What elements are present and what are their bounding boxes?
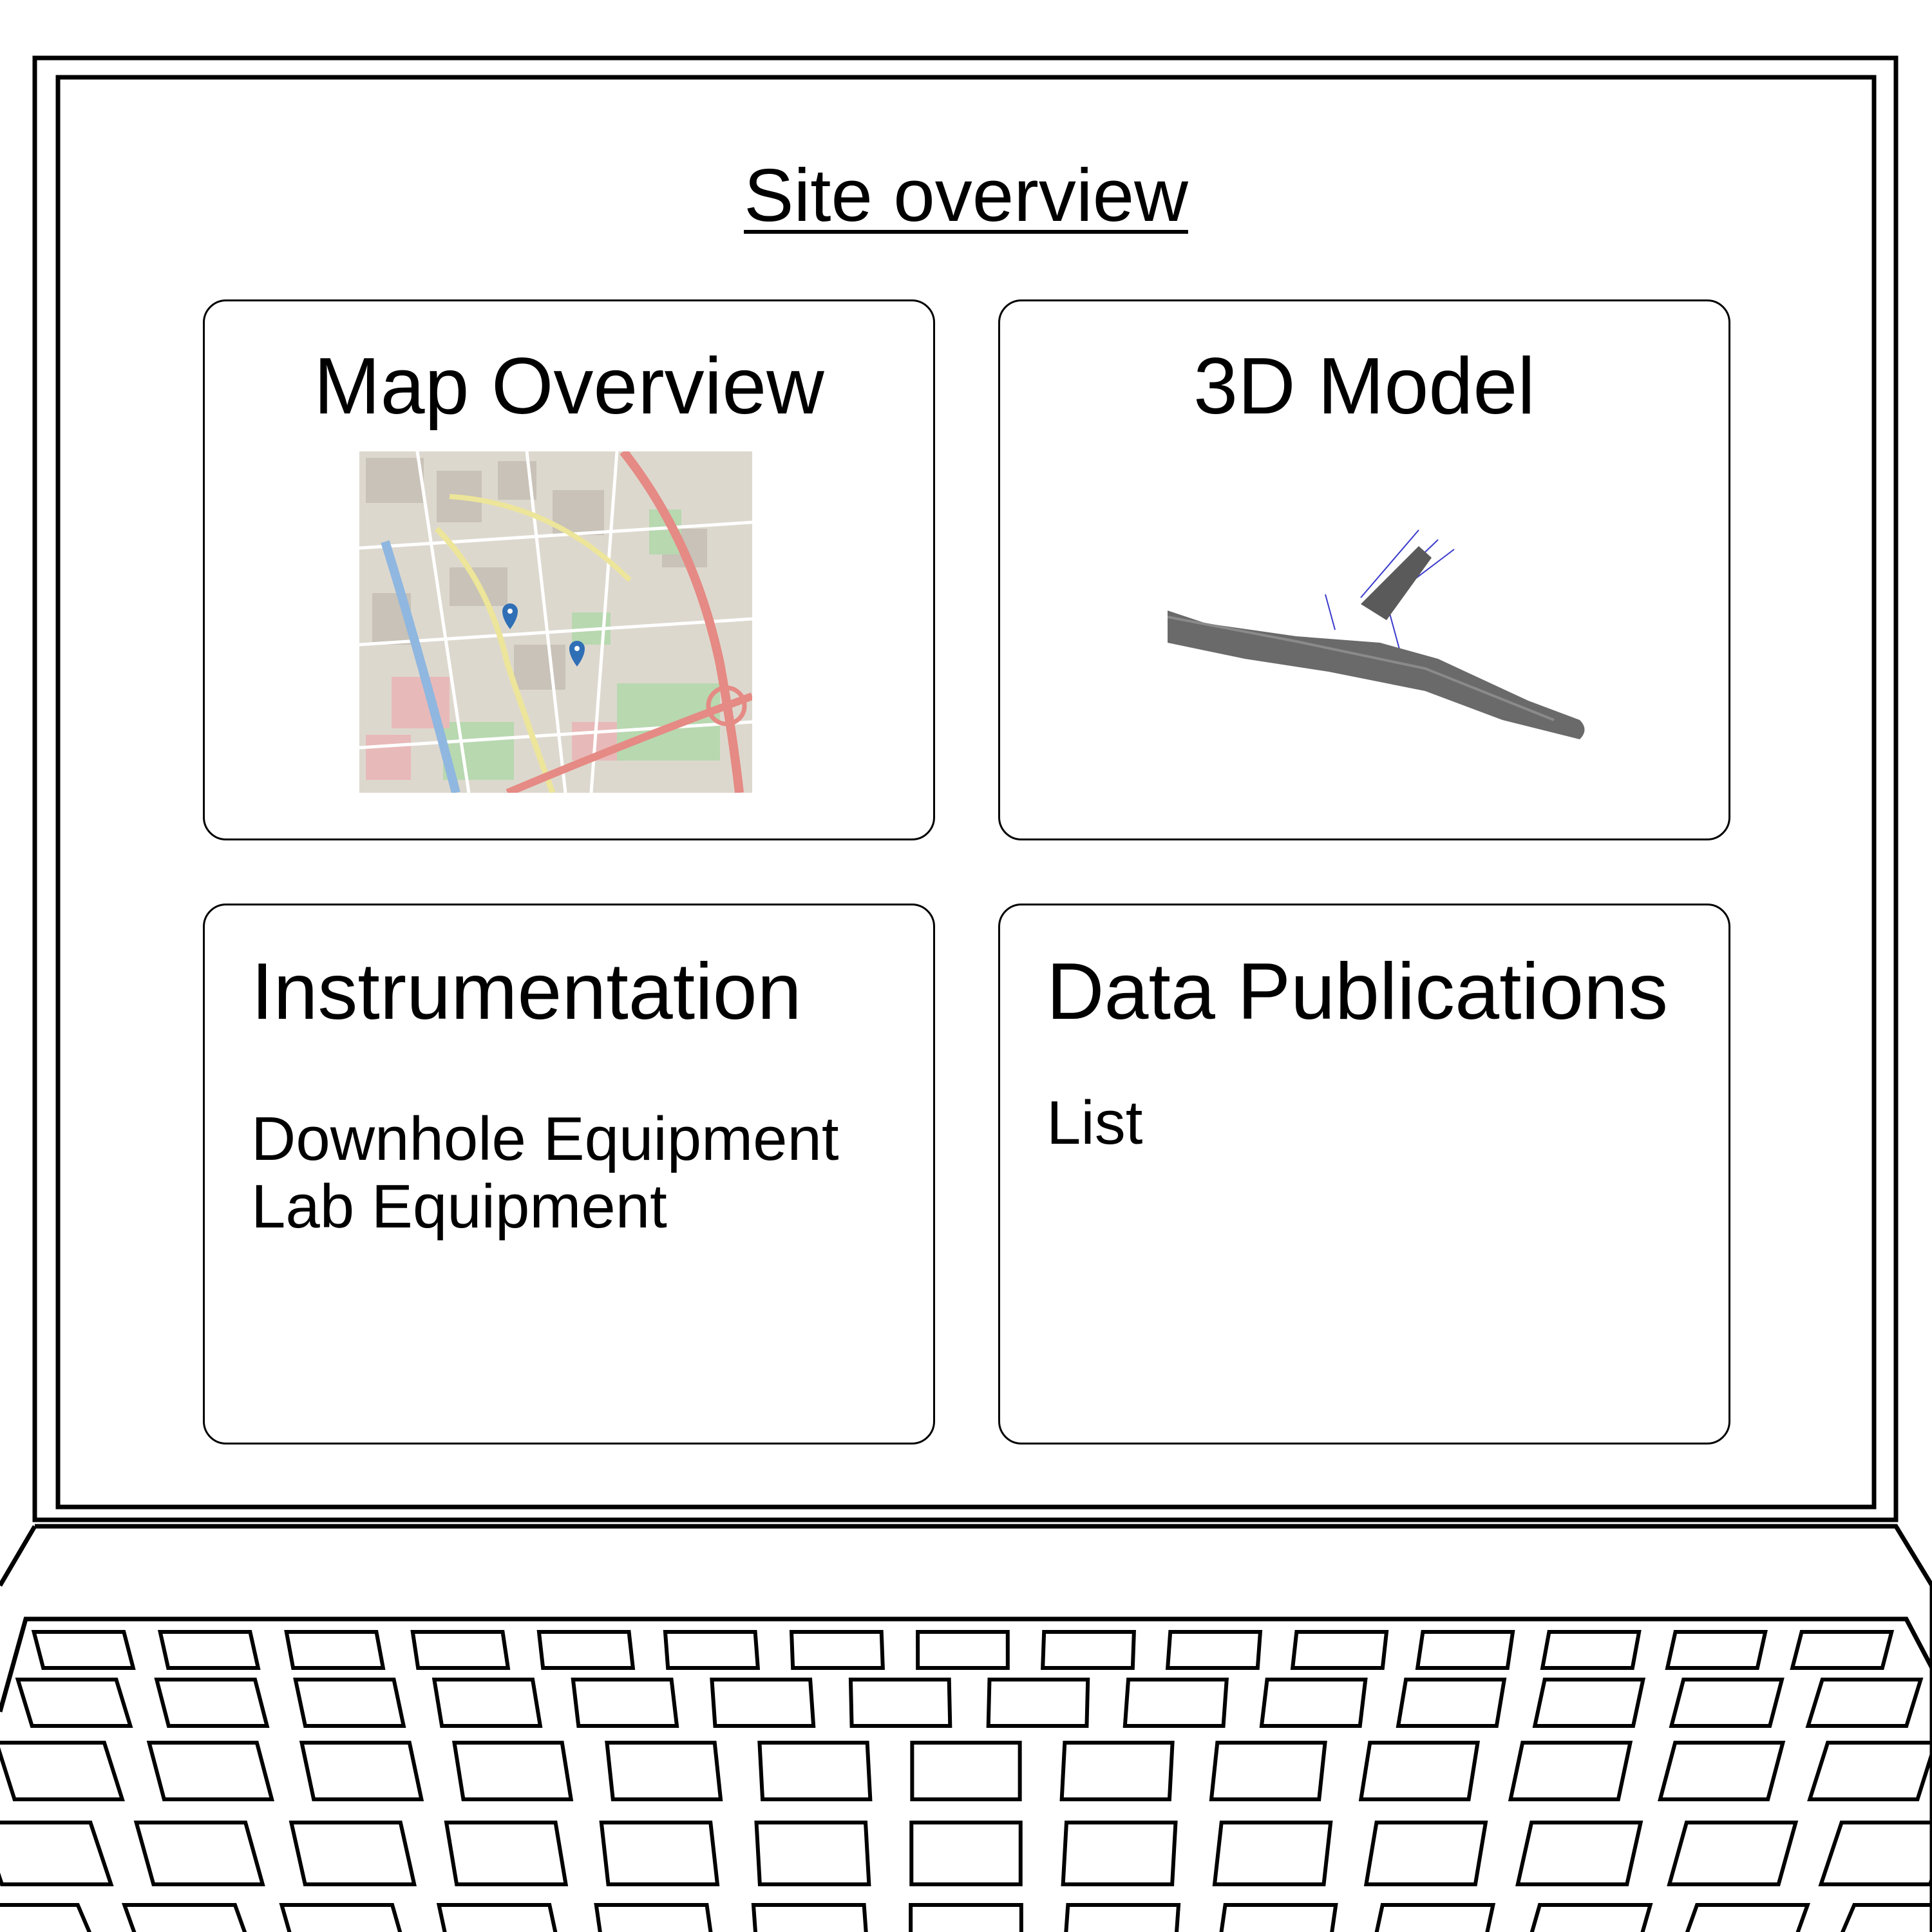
keyboard-key[interactable] — [154, 1678, 270, 1728]
keyboard-key[interactable] — [1790, 1630, 1895, 1670]
keyboard-key[interactable] — [1515, 1821, 1643, 1886]
keyboard-key[interactable] — [1665, 1630, 1768, 1670]
keyboard-key[interactable] — [757, 1741, 873, 1801]
keyboard-key[interactable] — [284, 1630, 386, 1670]
keyboard-key[interactable] — [1212, 1821, 1333, 1886]
keyboard-key[interactable] — [1363, 1821, 1488, 1886]
keyboard-key[interactable] — [31, 1630, 136, 1670]
keyboard-key[interactable] — [789, 1630, 885, 1670]
keyboard-key[interactable] — [571, 1678, 679, 1728]
keyboard-key[interactable] — [1540, 1630, 1642, 1670]
keyboard-key[interactable] — [1658, 1741, 1786, 1801]
publications-list-link[interactable]: List — [1046, 1092, 1142, 1154]
keyboard-key[interactable] — [663, 1630, 761, 1670]
keyboard-key[interactable] — [289, 1821, 417, 1886]
map-overview-title: Map Overview — [314, 342, 824, 431]
keyboard-key[interactable] — [1805, 1678, 1924, 1728]
keyboard-key[interactable] — [1259, 1678, 1368, 1728]
keyboard-key[interactable] — [1807, 1741, 1932, 1801]
keyboard-key[interactable] — [293, 1678, 406, 1728]
map-overview-card[interactable]: Map Overview — [203, 299, 935, 840]
keyboard-key[interactable] — [146, 1741, 274, 1801]
keyboard-key[interactable] — [909, 1903, 1023, 1932]
downhole-equipment-link[interactable]: Downhole Equipment — [251, 1108, 839, 1170]
keyboard-key[interactable] — [605, 1741, 723, 1801]
keyboard-key[interactable] — [751, 1903, 868, 1932]
page-title: Site overview — [744, 153, 1188, 237]
keyboard-key[interactable] — [848, 1678, 952, 1728]
keyboard-key[interactable] — [1290, 1630, 1389, 1670]
keyboard-key[interactable] — [157, 1630, 261, 1670]
keyboard-key[interactable] — [1415, 1630, 1515, 1670]
borehole-3d-model-icon[interactable] — [1168, 527, 1593, 739]
keyboard-key[interactable] — [1059, 1741, 1175, 1801]
keyboard-key[interactable] — [0, 1903, 100, 1932]
instrumentation-card[interactable]: Instrumentation Downhole Equipment Lab E… — [203, 904, 935, 1444]
keyboard-key[interactable] — [15, 1678, 133, 1728]
keyboard[interactable] — [0, 1630, 1932, 1932]
keyboard-key[interactable] — [121, 1903, 253, 1932]
keyboard-key[interactable] — [1041, 1630, 1136, 1670]
keyboard-key[interactable] — [444, 1821, 569, 1886]
keyboard-key[interactable] — [1667, 1821, 1799, 1886]
laptop-deck — [0, 1524, 1932, 1932]
street-map-icon[interactable] — [359, 451, 752, 793]
keyboard-key[interactable] — [1372, 1903, 1496, 1932]
keyboard-key[interactable] — [710, 1678, 816, 1728]
keyboard-key[interactable] — [0, 1821, 114, 1886]
keyboard-key[interactable] — [1832, 1903, 1932, 1932]
keyboard-key[interactable] — [1525, 1903, 1653, 1932]
keyboard-key[interactable] — [916, 1630, 1010, 1670]
keyboard-key[interactable] — [594, 1903, 714, 1932]
keyboard-key[interactable] — [1061, 1821, 1178, 1886]
keyboard-key[interactable] — [909, 1821, 1023, 1886]
keyboard-key[interactable] — [1064, 1903, 1181, 1932]
keyboard-key[interactable] — [536, 1630, 636, 1670]
instrumentation-title: Instrumentation — [251, 947, 802, 1036]
keyboard-key[interactable] — [1818, 1821, 1932, 1886]
keyboard-key[interactable] — [986, 1678, 1090, 1728]
data-publications-title: Data Publications — [1046, 947, 1668, 1036]
keyboard-key[interactable] — [1122, 1678, 1229, 1728]
lab-equipment-link[interactable]: Lab Equipment — [251, 1176, 667, 1238]
keyboard-key[interactable] — [599, 1821, 720, 1886]
keyboard-key[interactable] — [451, 1741, 574, 1801]
keyboard-key[interactable] — [0, 1741, 125, 1801]
keyboard-key[interactable] — [1209, 1741, 1327, 1801]
keyboard-key[interactable] — [754, 1821, 871, 1886]
site-overview-screen: Site overview Map Overview 3D Model Inst… — [58, 77, 1874, 1507]
keyboard-key[interactable] — [1532, 1678, 1646, 1728]
keyboard-key[interactable] — [1678, 1903, 1811, 1932]
keyboard-key[interactable] — [1396, 1678, 1507, 1728]
keyboard-key[interactable] — [1358, 1741, 1481, 1801]
keyboard-key[interactable] — [1508, 1741, 1633, 1801]
keyboard-key[interactable] — [1669, 1678, 1785, 1728]
keyboard-key[interactable] — [133, 1821, 265, 1886]
keyboard-key[interactable] — [410, 1630, 511, 1670]
3d-model-title: 3D Model — [1193, 342, 1535, 431]
keyboard-key[interactable] — [436, 1903, 561, 1932]
keyboard-key[interactable] — [299, 1741, 424, 1801]
keyboard-key[interactable] — [1218, 1903, 1338, 1932]
keyboard-key[interactable] — [910, 1741, 1022, 1801]
data-publications-card[interactable]: Data Publications List — [998, 904, 1730, 1444]
keyboard-key[interactable] — [1165, 1630, 1263, 1670]
keyboard-key[interactable] — [279, 1903, 407, 1932]
keyboard-key[interactable] — [431, 1678, 543, 1728]
3d-model-card[interactable]: 3D Model — [998, 299, 1730, 840]
